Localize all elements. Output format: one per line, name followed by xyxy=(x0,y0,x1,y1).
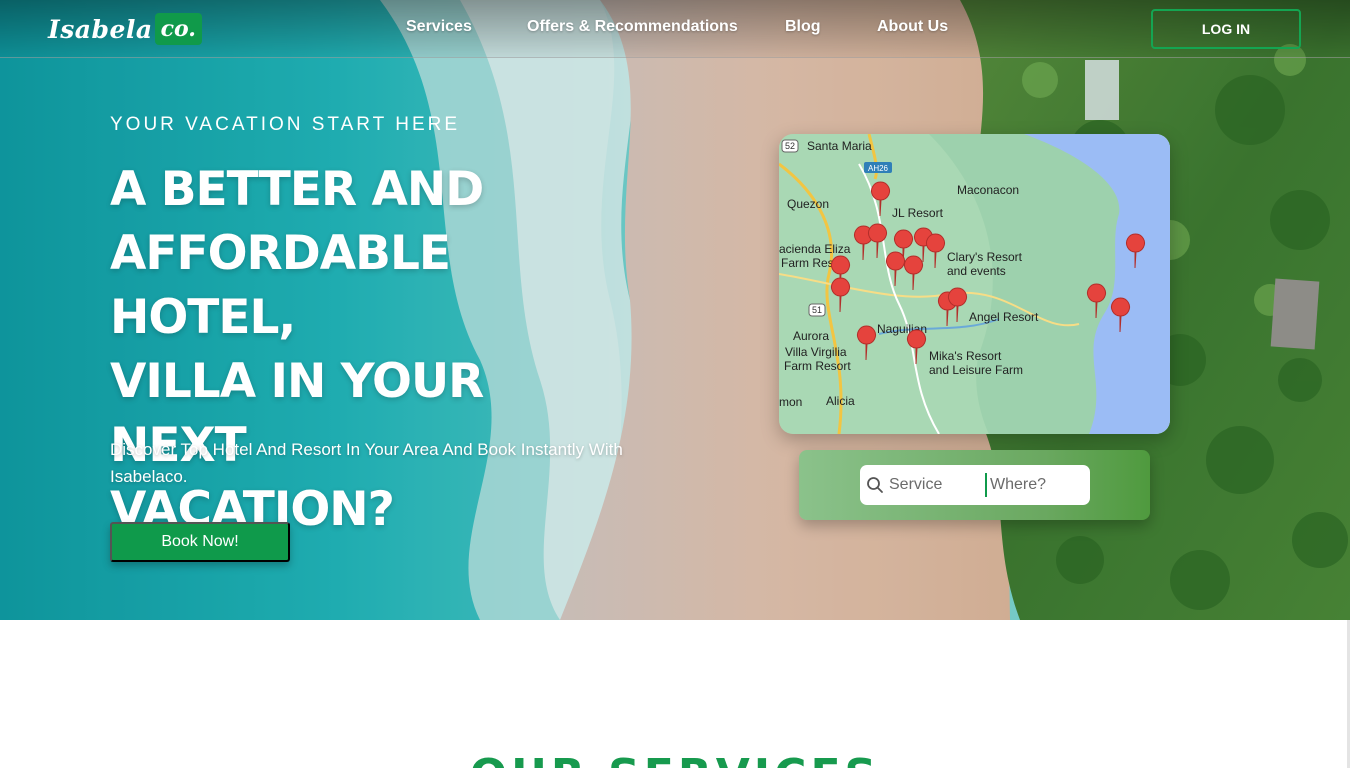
svg-text:52: 52 xyxy=(785,141,795,151)
svg-text:AH26: AH26 xyxy=(868,164,889,173)
headline-line: AFFORDABLE HOTEL, xyxy=(110,226,451,345)
resort-map[interactable]: 52 AH26 51 Santa Maria Maconacon Quezon … xyxy=(779,134,1170,434)
search-icon xyxy=(867,477,883,493)
map-label: Angel Resort xyxy=(969,310,1039,324)
login-button[interactable]: LOG IN xyxy=(1151,9,1301,49)
services-section xyxy=(0,620,1350,768)
site-logo[interactable]: Isabela co. xyxy=(48,11,202,47)
book-now-button[interactable]: Book Now! xyxy=(110,522,290,562)
section-title: OUR SERVICES xyxy=(0,748,1350,768)
map-label: Clary's Resort xyxy=(947,250,1023,264)
headline-line: A BETTER AND xyxy=(110,162,484,217)
svg-text:51: 51 xyxy=(812,305,822,315)
logo-wordmark: Isabela xyxy=(48,14,153,44)
map-label: mon xyxy=(779,395,802,409)
hero-tagline: YOUR VACATION START HERE xyxy=(110,114,461,135)
hero-description: Discover Top Hotel And Resort In Your Ar… xyxy=(110,440,623,486)
map-label: Quezon xyxy=(787,197,829,211)
map-label: Maconacon xyxy=(957,183,1019,197)
map-label: Aurora xyxy=(793,329,829,343)
section-title-text: OUR SERVICES xyxy=(470,754,880,768)
nav-offers-recommendations[interactable]: Offers & Recommendations xyxy=(527,18,738,36)
nav-services[interactable]: Services xyxy=(406,18,472,36)
search-divider xyxy=(985,473,987,497)
map-label: Farm Resort xyxy=(784,359,851,373)
nav-blog[interactable]: Blog xyxy=(785,18,821,36)
service-input[interactable] xyxy=(889,473,979,497)
search-bar xyxy=(860,465,1090,505)
search-panel xyxy=(799,450,1150,520)
top-navigation-bar: Isabela co. Services Offers & Recommenda… xyxy=(0,0,1350,58)
map-label: and events xyxy=(947,264,1006,278)
map-label: Santa Maria xyxy=(807,139,872,153)
nav-about-us[interactable]: About Us xyxy=(877,18,948,36)
map-label: Mika's Resort xyxy=(929,349,1002,363)
map-canvas[interactable]: 52 AH26 51 Santa Maria Maconacon Quezon … xyxy=(779,134,1170,434)
map-label: and Leisure Farm xyxy=(929,363,1023,377)
hero-section: Isabela co. Services Offers & Recommenda… xyxy=(0,0,1350,620)
map-label: JL Resort xyxy=(892,206,944,220)
map-label: Alicia xyxy=(826,394,855,408)
logo-badge: co. xyxy=(154,13,202,45)
map-label: Villa Virgilia xyxy=(785,345,847,359)
location-input[interactable] xyxy=(990,473,1086,497)
map-label: acienda Eliza xyxy=(779,242,851,256)
